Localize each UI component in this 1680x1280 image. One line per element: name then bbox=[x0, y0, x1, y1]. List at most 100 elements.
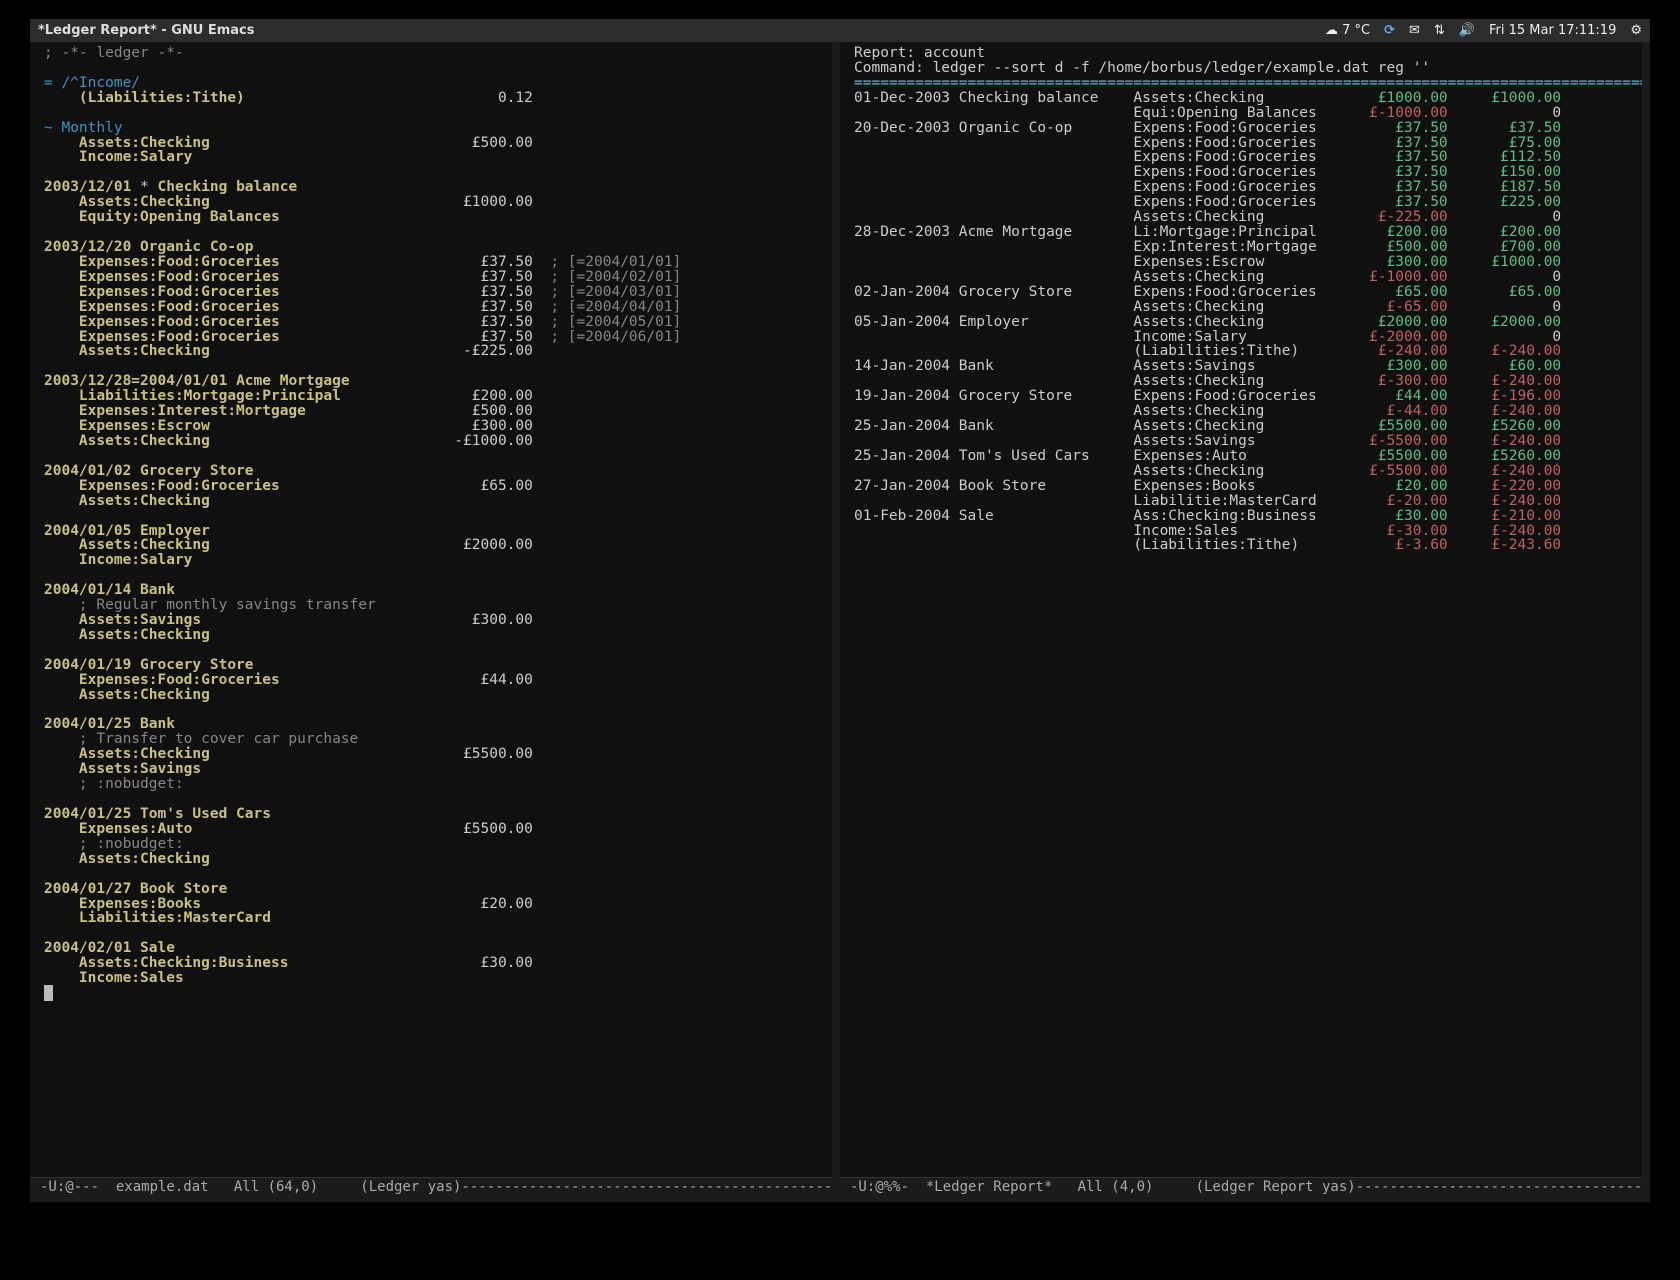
source-line: Expenses:Food:Groceries £65.00 bbox=[44, 479, 826, 494]
source-line: Assets:Checking £5500.00 bbox=[44, 747, 826, 762]
ledger-file-buffer[interactable]: ; -*- ledger -*- = /^Income/ (Liabilitie… bbox=[30, 42, 832, 1177]
weather-indicator[interactable]: ☁ 7 °C bbox=[1325, 24, 1370, 37]
source-line: Expenses:Food:Groceries £37.50 ; [=2004/… bbox=[44, 315, 826, 330]
report-row: Assets:Checking £-1000.00 0 bbox=[854, 270, 1636, 285]
source-line: 2004/01/14 Bank bbox=[44, 583, 826, 598]
source-line: = /^Income/ bbox=[44, 76, 826, 91]
report-row: Expens:Food:Groceries £37.50 £150.00 bbox=[854, 165, 1636, 180]
report-row: (Liabilities:Tithe) £-240.00 £-240.00 bbox=[854, 344, 1636, 359]
source-line: Liabilities:MasterCard bbox=[44, 911, 826, 926]
source-line bbox=[44, 986, 826, 1001]
report-row: Equi:Opening Balances £-1000.00 0 bbox=[854, 106, 1636, 121]
source-line: Assets:Checking £1000.00 bbox=[44, 195, 826, 210]
source-line: Expenses:Food:Groceries £37.50 ; [=2004/… bbox=[44, 330, 826, 345]
mail-icon[interactable]: ✉ bbox=[1409, 24, 1420, 37]
refresh-icon[interactable]: ⟳ bbox=[1384, 24, 1395, 37]
source-line: Expenses:Auto £5500.00 bbox=[44, 822, 826, 837]
report-row: 14-Jan-2004 Bank Assets:Savings £300.00 … bbox=[854, 359, 1636, 374]
source-line bbox=[44, 509, 826, 524]
clock[interactable]: Fri 15 Mar 17:11:19 bbox=[1489, 24, 1616, 37]
source-line: ; :nobudget: bbox=[44, 777, 826, 792]
source-line: 2004/01/05 Employer bbox=[44, 524, 826, 539]
report-row: 25-Jan-2004 Bank Assets:Checking £5500.0… bbox=[854, 419, 1636, 434]
report-row: Assets:Checking £-44.00 £-240.00 bbox=[854, 404, 1636, 419]
report-row: Exp:Interest:Mortgage £500.00 £700.00 bbox=[854, 240, 1636, 255]
source-line: Equity:Opening Balances bbox=[44, 210, 826, 225]
source-line: Assets:Checking bbox=[44, 852, 826, 867]
report-row: Income:Salary £-2000.00 0 bbox=[854, 330, 1636, 345]
report-row: 20-Dec-2003 Organic Co-op Expens:Food:Gr… bbox=[854, 121, 1636, 136]
report-row: 05-Jan-2004 Employer Assets:Checking £20… bbox=[854, 315, 1636, 330]
source-line: Assets:Savings bbox=[44, 762, 826, 777]
source-line: Income:Salary bbox=[44, 150, 826, 165]
source-line: Income:Sales bbox=[44, 971, 826, 986]
report-row: 02-Jan-2004 Grocery Store Expens:Food:Gr… bbox=[854, 285, 1636, 300]
source-line: Expenses:Food:Groceries £37.50 ; [=2004/… bbox=[44, 300, 826, 315]
report-row: Expens:Food:Groceries £37.50 £225.00 bbox=[854, 195, 1636, 210]
report-row: Expens:Food:Groceries £37.50 £75.00 bbox=[854, 136, 1636, 151]
source-line bbox=[44, 643, 826, 658]
report-row: Expenses:Escrow £300.00 £1000.00 bbox=[854, 255, 1636, 270]
report-row: (Liabilities:Tithe) £-3.60 £-243.60 bbox=[854, 538, 1636, 553]
emacs-frame: ; -*- ledger -*- = /^Income/ (Liabilitie… bbox=[30, 42, 1650, 1202]
source-line: 2004/02/01 Sale bbox=[44, 941, 826, 956]
source-line: Assets:Checking bbox=[44, 628, 826, 643]
report-row: 27-Jan-2004 Book Store Expenses:Books £2… bbox=[854, 479, 1636, 494]
source-line: Expenses:Food:Groceries £37.50 ; [=2004/… bbox=[44, 285, 826, 300]
source-line: Assets:Savings £300.00 bbox=[44, 613, 826, 628]
report-row: 01-Feb-2004 Sale Ass:Checking:Business £… bbox=[854, 509, 1636, 524]
source-line: ; Regular monthly savings transfer bbox=[44, 598, 826, 613]
source-line: 2003/12/28=2004/01/01 Acme Mortgage bbox=[44, 374, 826, 389]
left-modeline: -U:@--- example.dat All (64,0) (Ledger y… bbox=[30, 1177, 832, 1202]
report-row: Income:Sales £-30.00 £-240.00 bbox=[854, 524, 1636, 539]
gear-icon[interactable]: ⚙ bbox=[1630, 24, 1642, 37]
report-row: 28-Dec-2003 Acme Mortgage Li:Mortgage:Pr… bbox=[854, 225, 1636, 240]
source-line: Assets:Checking bbox=[44, 494, 826, 509]
source-line: ; -*- ledger -*- bbox=[44, 46, 826, 61]
window-title: *Ledger Report* - GNU Emacs bbox=[38, 24, 1325, 37]
source-line: Assets:Checking -£225.00 bbox=[44, 344, 826, 359]
right-scrollbar[interactable] bbox=[1642, 42, 1650, 1202]
source-line bbox=[44, 359, 826, 374]
source-line bbox=[44, 449, 826, 464]
right-pane: Report: accountCommand: ledger --sort d … bbox=[840, 42, 1642, 1202]
source-line: Expenses:Interest:Mortgage £500.00 bbox=[44, 404, 826, 419]
ledger-report-buffer[interactable]: Report: accountCommand: ledger --sort d … bbox=[840, 42, 1642, 1177]
taskbar: *Ledger Report* - GNU Emacs ☁ 7 °C ⟳ ✉ ⇅… bbox=[30, 19, 1650, 42]
volume-icon[interactable]: 🔊 bbox=[1459, 24, 1475, 37]
source-line: 2004/01/27 Book Store bbox=[44, 882, 826, 897]
source-line bbox=[44, 61, 826, 76]
source-line: Assets:Checking:Business £30.00 bbox=[44, 956, 826, 971]
left-scrollbar[interactable] bbox=[832, 42, 840, 1202]
source-line: Liabilities:Mortgage:Principal £200.00 bbox=[44, 389, 826, 404]
source-line: ; Transfer to cover car purchase bbox=[44, 732, 826, 747]
report-row: Expens:Food:Groceries £37.50 £112.50 bbox=[854, 150, 1636, 165]
source-line bbox=[44, 165, 826, 180]
source-line bbox=[44, 703, 826, 718]
source-line: (Liabilities:Tithe) 0.12 bbox=[44, 91, 826, 106]
source-line bbox=[44, 926, 826, 941]
source-line: Expenses:Food:Groceries £44.00 bbox=[44, 673, 826, 688]
source-line: Expenses:Books £20.00 bbox=[44, 897, 826, 912]
system-tray: ☁ 7 °C ⟳ ✉ ⇅ 🔊 Fri 15 Mar 17:11:19 ⚙ bbox=[1325, 24, 1642, 37]
report-row: 25-Jan-2004 Tom's Used Cars Expenses:Aut… bbox=[854, 449, 1636, 464]
source-line: ; :nobudget: bbox=[44, 837, 826, 852]
source-line bbox=[44, 225, 826, 240]
source-line: 2004/01/02 Grocery Store bbox=[44, 464, 826, 479]
source-line: 2004/01/25 Bank bbox=[44, 717, 826, 732]
source-line: Assets:Checking -£1000.00 bbox=[44, 434, 826, 449]
report-row: Assets:Checking £-225.00 0 bbox=[854, 210, 1636, 225]
source-line: Assets:Checking bbox=[44, 688, 826, 703]
report-row: 01-Dec-2003 Checking balance Assets:Chec… bbox=[854, 91, 1636, 106]
source-line: 2004/01/25 Tom's Used Cars bbox=[44, 807, 826, 822]
right-modeline: -U:@%%- *Ledger Report* All (4,0) (Ledge… bbox=[840, 1177, 1642, 1202]
source-line bbox=[44, 792, 826, 807]
source-line: Assets:Checking £500.00 bbox=[44, 136, 826, 151]
source-line: Expenses:Food:Groceries £37.50 ; [=2004/… bbox=[44, 255, 826, 270]
source-line: 2004/01/19 Grocery Store bbox=[44, 658, 826, 673]
source-line: Income:Salary bbox=[44, 553, 826, 568]
report-row: Expens:Food:Groceries £37.50 £187.50 bbox=[854, 180, 1636, 195]
network-icon[interactable]: ⇅ bbox=[1434, 24, 1445, 37]
source-line: Expenses:Escrow £300.00 bbox=[44, 419, 826, 434]
source-line bbox=[44, 106, 826, 121]
